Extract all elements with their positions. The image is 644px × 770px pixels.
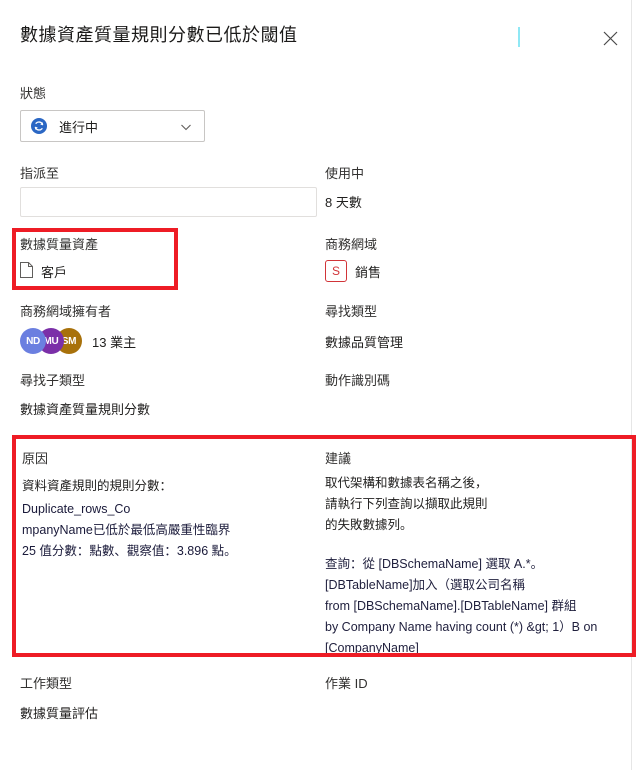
in-use-value: 8 天數 [325, 195, 362, 210]
finding-subtype-label: 尋找子類型 [20, 373, 86, 388]
business-domain-value-row[interactable]: S 銷售 [325, 260, 381, 282]
data-quality-asset-value-row[interactable]: 客戶 [20, 262, 67, 281]
text-cursor [518, 27, 520, 47]
panel-header: 數據資產質量規則分數已低於閾值 [0, 0, 632, 68]
reason-label: 原因 [22, 451, 49, 466]
reason-body: Duplicate_rows_Co mpanyName已低於最低高嚴重性臨界 2… [22, 502, 237, 558]
avatar: ND [20, 328, 46, 354]
in-progress-sync-icon [31, 118, 47, 134]
details-panel: 數據資產質量規則分數已低於閾值 狀態 進行中 指派至 使用中 8 天數 數據質量… [0, 0, 636, 770]
status-dropdown[interactable]: 進行中 [20, 110, 205, 142]
action-id-label: 動作識別碼 [325, 373, 391, 388]
domain-badge-icon: S [325, 260, 347, 282]
reason-intro: 資料資產規則的規則分數： [22, 479, 173, 493]
document-icon [20, 262, 33, 281]
domain-owners-label: 商務網域擁有者 [20, 304, 112, 319]
finding-subtype-value: 數據資產質量規則分數 [20, 402, 151, 417]
domain-owners-count: 13 業主 [92, 334, 137, 350]
work-type-value: 數據質量評估 [20, 706, 99, 721]
data-quality-asset-value: 客戶 [41, 265, 68, 280]
page-title: 數據資產質量規則分數已低於閾值 [20, 25, 298, 45]
assigned-to-input[interactable] [20, 187, 317, 217]
close-icon [603, 31, 618, 46]
chevron-down-icon [180, 120, 192, 132]
finding-type-label: 尋找類型 [325, 304, 378, 319]
avatar-stack: ND MU SM [20, 328, 82, 354]
status-label: 狀態 [20, 86, 47, 101]
work-type-label: 工作類型 [20, 676, 73, 691]
suggestion-label: 建議 [325, 451, 352, 466]
status-value: 進行中 [59, 119, 99, 135]
suggestion-query: 查詢：從 [DBSchemaName] 選取 A.*。 [DBTableName… [325, 557, 598, 655]
business-domain-label: 商務網域 [325, 237, 378, 252]
close-button[interactable] [596, 24, 624, 52]
business-domain-value: 銷售 [355, 264, 382, 280]
finding-type-value: 數據品質管理 [325, 335, 404, 350]
domain-owners-avatars[interactable]: ND MU SM 13 業主 [20, 328, 136, 354]
data-quality-asset-label: 數據質量資產 [20, 237, 99, 252]
in-use-label: 使用中 [325, 166, 365, 181]
suggestion-body: 取代架構和數據表名稱之後， 請執行下列查詢以擷取此規則 的失敗數據列。 [325, 476, 488, 532]
assigned-to-label: 指派至 [20, 166, 60, 181]
job-id-label: 作業 ID [325, 676, 368, 691]
